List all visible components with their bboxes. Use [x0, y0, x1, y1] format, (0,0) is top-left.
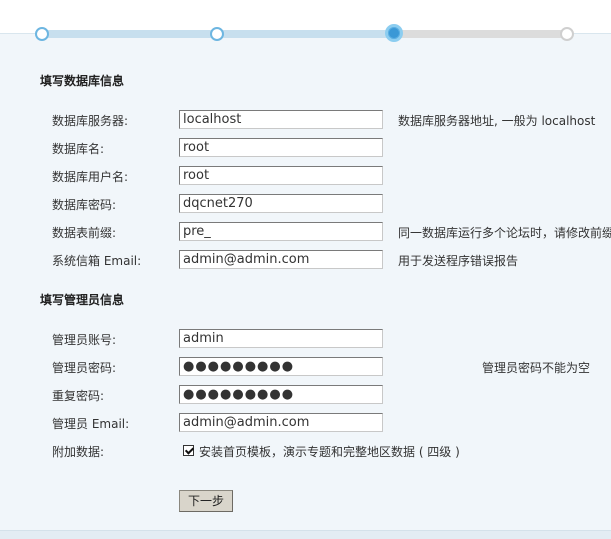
- progress-step-1: [35, 27, 49, 41]
- admin-section-title: 填写管理员信息: [40, 293, 125, 307]
- db-server-input[interactable]: localhost: [179, 110, 383, 129]
- db-server-label: 数据库服务器:: [52, 114, 129, 128]
- progress-step-3: [385, 24, 403, 42]
- progress-step-2: [210, 27, 224, 41]
- extra-data-checkbox-label[interactable]: 安装首页模板，演示专题和完整地区数据 ( 四级 ): [199, 443, 460, 460]
- admin-account-label: 管理员账号:: [52, 333, 117, 347]
- db-server-hint: 数据库服务器地址, 一般为 localhost: [398, 114, 596, 128]
- system-email-input[interactable]: admin@admin.com: [179, 250, 383, 269]
- extra-data-label: 附加数据:: [52, 445, 105, 459]
- db-name-input[interactable]: root: [179, 138, 383, 157]
- db-user-input[interactable]: root: [179, 166, 383, 185]
- admin-email-input[interactable]: admin@admin.com: [179, 413, 383, 432]
- table-prefix-label: 数据表前缀:: [52, 226, 117, 240]
- progress-step-4: [560, 27, 574, 41]
- db-section-title: 填写数据库信息: [40, 74, 125, 88]
- system-email-hint: 用于发送程序错误报告: [398, 254, 519, 268]
- table-prefix-input[interactable]: pre_: [179, 222, 383, 241]
- db-password-label: 数据库密码:: [52, 198, 117, 212]
- db-name-label: 数据库名:: [52, 142, 105, 156]
- admin-password-label: 管理员密码:: [52, 361, 117, 375]
- progress-track: [42, 30, 568, 38]
- admin-password-hint: 管理员密码不能为空: [482, 361, 591, 375]
- admin-account-input[interactable]: admin: [179, 329, 383, 348]
- repeat-password-input[interactable]: ●●●●●●●●●: [179, 385, 383, 404]
- db-password-input[interactable]: dqcnet270: [179, 194, 383, 213]
- table-prefix-hint: 同一数据库运行多个论坛时，请修改前缀: [398, 226, 611, 240]
- repeat-password-label: 重复密码:: [52, 389, 105, 403]
- install-progress: [0, 0, 611, 70]
- admin-email-label: 管理员 Email:: [52, 417, 130, 431]
- system-email-label: 系统信箱 Email:: [52, 254, 142, 268]
- db-user-label: 数据库用户名:: [52, 170, 129, 184]
- admin-password-input[interactable]: ●●●●●●●●●: [179, 357, 383, 376]
- next-step-button[interactable]: 下一步: [179, 490, 233, 512]
- extra-data-checkbox[interactable]: [183, 445, 194, 456]
